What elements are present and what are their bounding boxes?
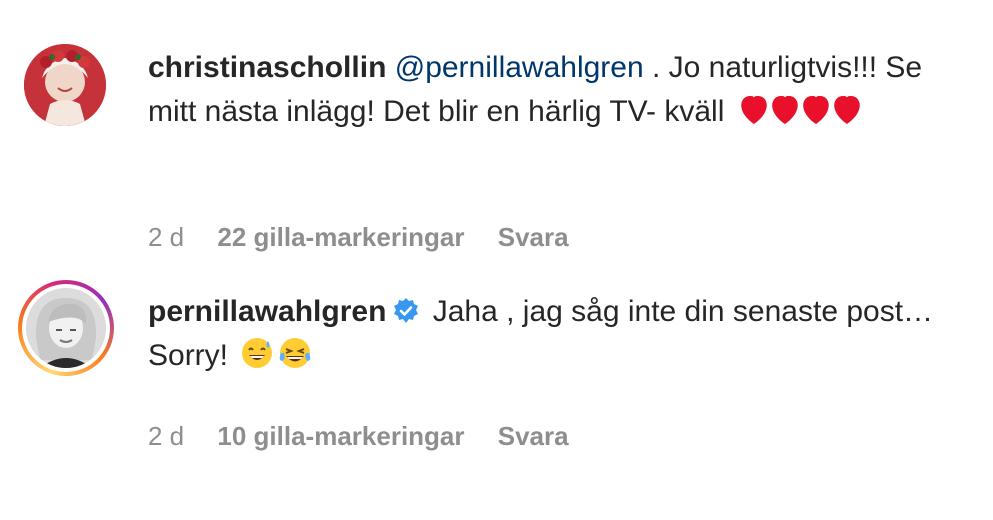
heart-emoji xyxy=(833,95,860,124)
comment-meta: 2 d 10 gilla-markeringar Svara xyxy=(148,421,595,452)
sweat-smile-emoji xyxy=(240,336,274,383)
heart-emoji-group xyxy=(739,93,863,140)
reply-button[interactable]: Svara xyxy=(498,421,569,451)
avatar-story-ring[interactable] xyxy=(18,280,114,376)
likes-count[interactable]: 22 gilla-markeringar xyxy=(217,222,464,252)
comment-timestamp: 2 d xyxy=(148,222,185,252)
comment-username[interactable]: christinaschollin xyxy=(148,51,386,84)
comment-text: christinaschollin @pernillawahlgren . Jo… xyxy=(148,46,968,140)
mention-link[interactable]: @pernillawahlgren xyxy=(395,51,644,84)
reply-button[interactable]: Svara xyxy=(498,222,569,252)
heart-emoji xyxy=(740,95,767,124)
laughing-tears-emoji xyxy=(278,336,312,383)
comment-text: pernillawahlgren Jaha , jag såg inte din… xyxy=(148,290,968,383)
comment-meta: 2 d 22 gilla-markeringar Svara xyxy=(148,222,595,253)
comment-username[interactable]: pernillawahlgren xyxy=(148,295,386,328)
comment-timestamp: 2 d xyxy=(148,421,185,451)
avatar[interactable] xyxy=(24,44,106,126)
likes-count[interactable]: 10 gilla-markeringar xyxy=(217,421,464,451)
heart-emoji xyxy=(802,95,829,124)
heart-emoji xyxy=(771,95,798,124)
verified-badge-icon xyxy=(392,294,420,323)
avatar-image xyxy=(24,44,106,126)
avatar-image xyxy=(26,288,106,368)
